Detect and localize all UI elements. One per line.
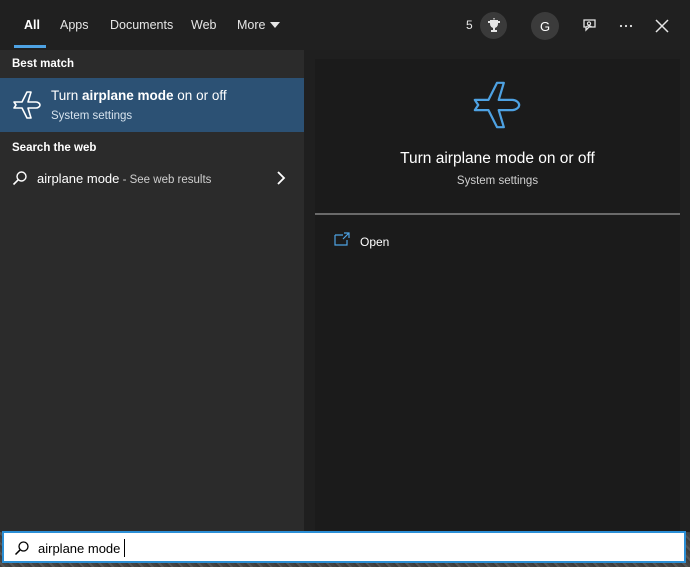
search-icon bbox=[12, 171, 27, 186]
web-result-suffix: - See web results bbox=[119, 174, 212, 186]
tab-all[interactable]: All bbox=[24, 18, 40, 32]
search-window: All Apps Documents Web More 5 G Best mat… bbox=[0, 0, 690, 532]
text-cursor bbox=[124, 539, 125, 557]
feedback-button[interactable] bbox=[576, 12, 604, 40]
preview-divider bbox=[315, 213, 680, 215]
open-external-icon bbox=[334, 232, 350, 246]
feedback-icon bbox=[583, 19, 596, 32]
web-result-text: airplane mode - See web results bbox=[37, 171, 211, 186]
web-heading: Search the web bbox=[12, 142, 97, 154]
more-options-icon bbox=[619, 24, 633, 28]
tab-more[interactable]: More bbox=[237, 18, 281, 32]
best-match-title-bold: airplane mode bbox=[82, 88, 174, 103]
chevron-down-icon bbox=[270, 21, 281, 28]
airplane-icon bbox=[13, 91, 41, 119]
rewards-button[interactable] bbox=[480, 12, 507, 39]
search-box[interactable] bbox=[2, 531, 686, 563]
tab-documents[interactable]: Documents bbox=[110, 18, 173, 32]
web-result-query: airplane mode bbox=[37, 171, 120, 186]
close-button[interactable] bbox=[648, 12, 676, 40]
best-match-heading: Best match bbox=[12, 58, 74, 70]
preview-airplane-icon bbox=[473, 81, 521, 129]
tab-apps[interactable]: Apps bbox=[60, 18, 89, 32]
open-action[interactable] bbox=[330, 228, 450, 254]
best-match-item[interactable] bbox=[0, 78, 304, 132]
best-match-subtitle: System settings bbox=[51, 110, 133, 122]
best-match-title-prefix: Turn bbox=[51, 88, 83, 103]
trophy-icon bbox=[487, 17, 500, 32]
chevron-right-icon[interactable] bbox=[274, 170, 288, 186]
tab-web[interactable]: Web bbox=[191, 18, 216, 32]
tab-more-label: More bbox=[237, 18, 266, 32]
rewards-count: 5 bbox=[466, 18, 473, 32]
best-match-title: Turn airplane mode on or off bbox=[51, 88, 227, 103]
search-box-icon bbox=[14, 541, 29, 556]
account-avatar[interactable]: G bbox=[531, 12, 559, 40]
preview-title: Turn airplane mode on or off bbox=[400, 150, 595, 167]
close-icon bbox=[655, 19, 669, 33]
search-input[interactable] bbox=[38, 538, 638, 558]
tab-bar: All Apps Documents Web More 5 G bbox=[0, 0, 690, 50]
active-tab-indicator bbox=[14, 45, 46, 48]
more-options-button[interactable] bbox=[612, 12, 640, 40]
preview-subtitle: System settings bbox=[456, 175, 539, 187]
open-label: Open bbox=[360, 235, 390, 249]
best-match-title-suffix: on or off bbox=[173, 88, 227, 103]
